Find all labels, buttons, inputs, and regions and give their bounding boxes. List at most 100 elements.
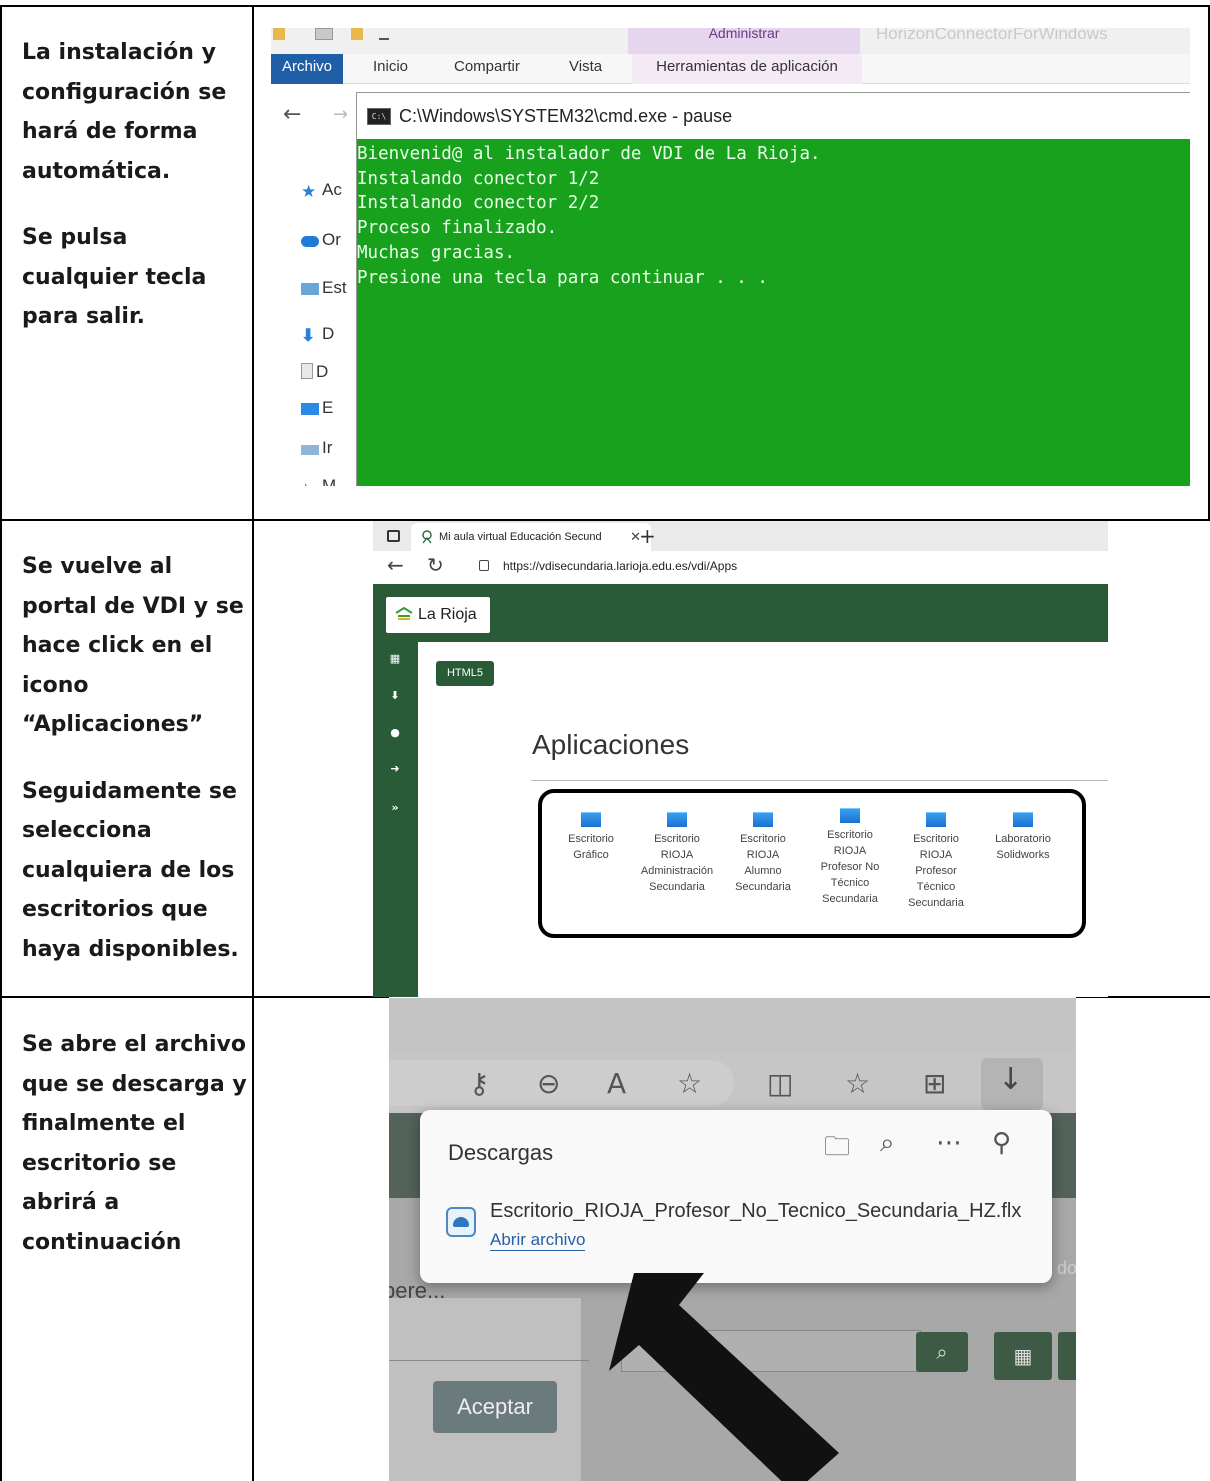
collections-icon[interactable]: ⊞ [923,1067,946,1100]
window-menu-icon[interactable] [387,530,400,542]
la-rioja-logo[interactable]: La Rioja [386,597,490,633]
app-label: Escritorio [568,833,614,845]
desktop-monitor-icon [926,812,946,827]
url-field[interactable]: https://vdisecundaria.larioja.edu.es/vdi… [463,553,1108,579]
instruction-text: Seguidamente se selecciona cualquiera de… [22,778,239,962]
search-icon[interactable]: ⌕ [916,1332,968,1372]
console-line: Instalando conector 2/2 [357,193,600,214]
app-label: Secundaria [649,881,705,893]
app-label: Secundaria [735,881,791,893]
app-label: Técnico [916,881,956,893]
zoom-out-icon[interactable]: ⊖ [537,1067,560,1100]
new-tab-icon[interactable]: + [639,521,656,551]
app-label: Solidworks [996,849,1050,861]
console-line: Instalando conector 1/2 [357,168,600,189]
app-label: RIOJA [660,849,694,861]
row-3-instructions: Se abre el archivo que se descarga y fin… [22,1025,247,1262]
html5-button[interactable]: HTML5 [436,661,494,686]
download-icon[interactable]: ⬇ [389,690,401,702]
cmd-console[interactable]: Bienvenid@ al instalador de VDI de La Ri… [357,139,1190,486]
logout-icon[interactable]: ➜ [389,763,401,775]
app-label: Escritorio [827,829,873,841]
apps-grid-icon[interactable]: ▦ [389,653,401,665]
checkbox-icon[interactable] [315,28,333,40]
tab-archivo[interactable]: Archivo [271,54,343,84]
browser-address-bar: ← ↻ https://vdisecundaria.larioja.edu.es… [373,551,1108,583]
more-options-icon[interactable]: ⋯ [936,1128,962,1158]
app-label: Escritorio [913,833,959,845]
app-label: Secundaria [908,897,964,909]
background-text-fragment: do [1057,1258,1076,1278]
read-aloud-icon[interactable]: A [607,1067,626,1100]
key-icon[interactable]: ⚷ [469,1067,490,1100]
pin-icon[interactable]: ⚲ [992,1128,1011,1158]
nav-item-label: E [322,398,334,417]
app-tile-laboratorio-solidworks[interactable]: Laboratorio Solidworks [978,812,1068,863]
nav-item-label: Or [322,230,341,249]
downloads-button[interactable]: ↓ [981,1058,1043,1110]
downloads-screenshot: ⚷ ⊖ A ☆ ◫ ☆ ⊞ ↓ do pere... ⌕ ▦ Aceptar D… [389,998,1076,1481]
grid-view-icon[interactable]: ▦ [994,1332,1052,1380]
browser-tab[interactable]: Mi aula virtual Educación Secund ✕ [411,523,651,551]
app-tile-profesor-no-tecnico[interactable]: Escritorio RIOJA Profesor No Técnico Sec… [805,808,895,907]
cmd-icon: C:\ [367,108,391,125]
refresh-icon[interactable]: ↻ [427,553,444,577]
app-tile-escritorio-grafico[interactable]: Escritorio Gráfico [546,812,636,863]
app-label: Profesor No [820,861,880,873]
dropdown-icon[interactable] [379,28,389,40]
open-folder-icon[interactable]: 🗀 [824,1128,850,1172]
download-file-name[interactable]: Escritorio_RIOJA_Profesor_No_Tecnico_Sec… [490,1200,1021,1223]
ribbon-tabs: Archivo Inicio Compartir Vista Herramien… [271,54,1190,84]
instruction-text: Se pulsa cualquier tecla para salir. [22,225,207,329]
back-arrow-icon[interactable]: ← [283,102,301,127]
logo-text: La Rioja [418,606,477,623]
tab-inicio[interactable]: Inicio [373,54,408,84]
app-label: RIOJA [919,849,953,861]
favorites-icon[interactable]: ☆ [845,1067,870,1100]
favorite-star-icon[interactable]: ☆ [677,1067,702,1100]
app-label: RIOJA [833,845,867,857]
tab-herramientas[interactable]: Herramientas de aplicación [632,54,862,84]
folder-icon[interactable] [273,28,285,40]
nav-item-desktop[interactable]: E [301,398,333,418]
portal-screenshot: Mi aula virtual Educación Secund ✕ + ← ↻… [373,521,1108,997]
nav-item-label: Ir [322,438,333,457]
image-icon [301,445,319,455]
portal-header: La Rioja [373,584,1108,642]
installer-screenshot: Administrar HorizonConnectorForWindows A… [271,28,1190,486]
desktop-monitor-icon [1013,812,1033,827]
cmd-window[interactable]: C:\ C:\Windows\SYSTEM32\cmd.exe - pause … [356,92,1190,486]
nav-item-music[interactable]: ♪M [301,476,336,486]
forward-arrow-icon[interactable]: → [333,104,348,125]
list-view-button[interactable] [1058,1332,1076,1380]
horizon-file-icon [446,1207,476,1237]
back-arrow-icon[interactable]: ← [387,553,404,577]
nav-item-images[interactable]: Ir [301,438,332,458]
apps-section-title: Aplicaciones [532,729,690,760]
expand-icon[interactable]: » [389,802,401,814]
tab-compartir[interactable]: Compartir [454,54,520,84]
nav-item-this-pc[interactable]: Est [301,278,347,298]
globe-icon[interactable]: ● [389,727,401,739]
open-file-link[interactable]: Abrir archivo [490,1230,586,1251]
search-icon[interactable]: ⌕ [880,1128,895,1159]
nav-item-quick-access[interactable]: ★ Ac [301,180,342,201]
console-line: Proceso finalizado. [357,218,558,239]
desktop-monitor-icon [667,812,687,827]
app-tile-alumno[interactable]: Escritorio RIOJA Alumno Secundaria [718,812,808,895]
vdi-portal: La Rioja ▦ ⬇ ● ➜ » HTML5 Aplicaciones Es… [373,584,1108,997]
downloads-title: Descargas [448,1140,554,1165]
app-tile-administracion[interactable]: Escritorio RIOJA Administración Secundar… [632,812,722,895]
folder-icon[interactable] [351,28,363,40]
instruction-text: La instalación y configuración se hará d… [22,40,227,184]
desktop-monitor-icon [753,812,773,827]
tab-vista[interactable]: Vista [569,54,602,84]
nav-item-downloads[interactable]: ⬇ D [301,324,334,345]
nav-item-onedrive[interactable]: Or [301,230,341,250]
app-label: Administración [640,865,714,877]
split-screen-icon[interactable]: ◫ [767,1067,793,1100]
apps-divider [531,780,1108,781]
nav-item-documents[interactable]: D [301,362,328,382]
nav-item-label: Est [322,278,347,297]
app-tile-profesor-tecnico[interactable]: Escritorio RIOJA Profesor Técnico Secund… [891,812,981,911]
